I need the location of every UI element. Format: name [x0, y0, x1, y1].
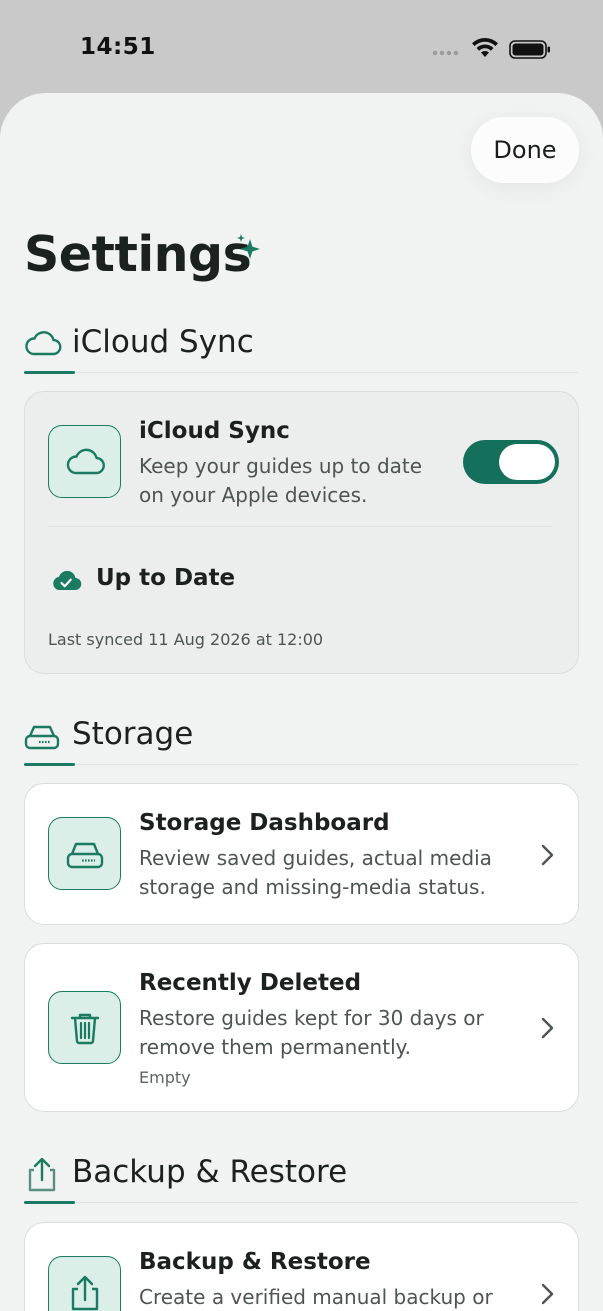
- recently-deleted-description: Restore guides kept for 30 days or remov…: [139, 1006, 484, 1059]
- recently-deleted-title: Recently Deleted: [139, 970, 362, 996]
- section-header-icloud: iCloud Sync: [0, 318, 603, 378]
- cloud-icon: [66, 448, 105, 475]
- share-upload-icon: [28, 1157, 56, 1192]
- page-title: Settings: [24, 226, 252, 283]
- status-icons: [432, 36, 552, 62]
- sparkle-icon: [237, 234, 260, 259]
- icloud-sync-toggle[interactable]: [463, 440, 559, 484]
- section-header-storage: Storage: [0, 710, 603, 770]
- recently-deleted-row[interactable]: Recently Deleted Restore guides kept for…: [24, 943, 579, 1112]
- icloud-sync-card: iCloud Sync Keep your guides up to date …: [24, 391, 579, 674]
- backup-restore-title: Backup & Restore: [139, 1249, 371, 1275]
- card-divider: [48, 526, 553, 527]
- done-button[interactable]: Done: [471, 117, 579, 183]
- section-rule-accent: [24, 371, 75, 374]
- toggle-knob: [499, 444, 555, 480]
- backup-restore-row[interactable]: Backup & Restore Create a verified manua…: [24, 1222, 579, 1311]
- last-synced-text: Last synced 11 Aug 2026 at 12:00: [48, 630, 324, 649]
- storage-dashboard-row[interactable]: Storage Dashboard Review saved guides, a…: [24, 783, 579, 925]
- section-title-backup: Backup & Restore: [72, 1154, 348, 1190]
- drive-icon: [66, 842, 104, 869]
- chevron-right-icon: [541, 1017, 554, 1039]
- settings-sheet: Done Settings iCloud Sync iCloud Sync Ke…: [0, 93, 603, 1311]
- wifi-icon: [472, 37, 498, 57]
- section-title-icloud: iCloud Sync: [72, 324, 254, 360]
- backup-tile: [48, 1256, 121, 1311]
- trash-icon: [70, 1013, 100, 1045]
- recently-deleted-note: Empty: [139, 1068, 191, 1087]
- sync-status: Up to Date: [96, 565, 236, 591]
- section-rule-accent: [24, 1201, 75, 1204]
- battery-icon: [509, 40, 550, 59]
- section-title-storage: Storage: [72, 716, 194, 752]
- status-bar: 14:51: [0, 0, 603, 95]
- drive-icon: [24, 725, 60, 750]
- cloud-icon: [25, 331, 62, 356]
- section-rule: [24, 1202, 578, 1203]
- chevron-right-icon: [541, 844, 554, 866]
- trash-tile: [48, 991, 121, 1064]
- section-header-backup: Backup & Restore: [0, 1148, 603, 1208]
- icloud-card-description: Keep your guides up to date on your Appl…: [139, 454, 423, 507]
- icloud-tile: [48, 425, 121, 498]
- storage-dashboard-description: Review saved guides, actual media storag…: [139, 846, 492, 899]
- cloud-checkmark-icon: [53, 570, 82, 591]
- status-time: 14:51: [80, 34, 156, 60]
- storage-tile: [48, 817, 121, 890]
- share-upload-icon: [71, 1275, 99, 1311]
- icloud-card-title: iCloud Sync: [139, 418, 290, 444]
- backup-restore-description: Create a verified manual backup or: [139, 1285, 493, 1309]
- section-rule-accent: [24, 763, 75, 766]
- chevron-right-icon: [541, 1283, 554, 1305]
- signal-icon: [432, 50, 459, 56]
- section-rule: [24, 372, 578, 373]
- storage-dashboard-title: Storage Dashboard: [139, 810, 390, 836]
- section-rule: [24, 764, 578, 765]
